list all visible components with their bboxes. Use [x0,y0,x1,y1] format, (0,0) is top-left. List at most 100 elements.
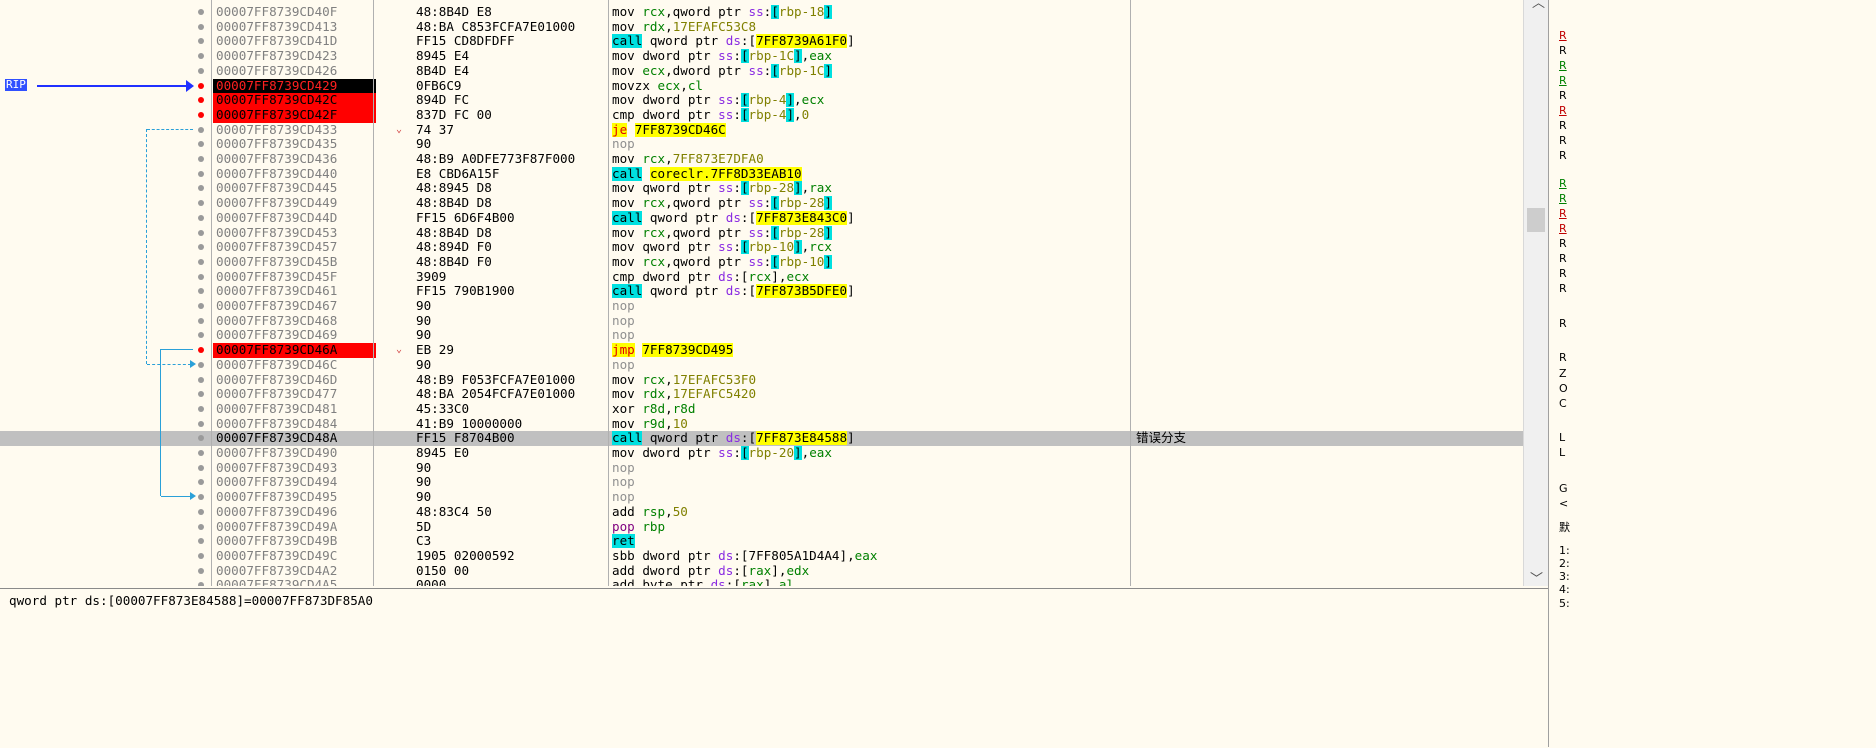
breakpoint-slot-icon[interactable] [198,141,204,148]
instruction-cell[interactable]: mov rcx,7FF873E7DFA0 [612,152,1128,167]
disasm-row[interactable]: 00007FF8739CD467 90 nop [0,299,1523,314]
address-cell[interactable]: 00007FF8739CD494 [213,475,376,490]
bytes-cell[interactable]: 45:33C0 [416,402,608,417]
address-cell[interactable]: 00007FF8739CD40F [213,5,376,20]
address-cell[interactable]: 00007FF8739CD433 [213,123,376,138]
disasm-row[interactable]: 00007FF8739CD469 90 nop [0,328,1523,343]
instruction-cell[interactable]: sbb dword ptr ds:[7FF805A1D4A4],eax [612,549,1128,564]
disasm-row[interactable]: 00007FF8739CD48A FF15 F8704B00 call qword … [0,431,1523,446]
bytes-cell[interactable]: FF15 6D6F4B00 [416,211,608,226]
disasm-row[interactable]: 00007FF8739CD453 48:8B4D D8 mov rcx,qword … [0,225,1523,241]
instruction-cell[interactable]: mov dword ptr ss:[rbp-1C],eax [612,49,1128,64]
disasm-row[interactable]: 00007FF8739CD45F 3909 cmp dword ptr ds:[rc… [0,270,1523,285]
bytes-cell[interactable]: 48:B9 F053FCFA7E01000 [416,373,608,388]
comment-cell[interactable]: 错误分支 [1136,431,1516,446]
instruction-cell[interactable]: mov rdx,17EFAFC53C8 [612,20,1128,35]
instruction-cell[interactable]: mov ecx,dword ptr ss:[rbp-1C] [612,63,1128,79]
bytes-cell[interactable]: 48:8B4D E8 [416,5,608,20]
disasm-row[interactable]: 00007FF8739CD477 48:BA 2054FCFA7E01000 mov… [0,387,1523,402]
instruction-cell[interactable]: nop [612,461,1128,476]
disasm-row[interactable]: 00007FF8739CD45B 48:8B4D F0 mov rcx,qword … [0,254,1523,270]
bytes-cell[interactable]: 1905 02000592 [416,549,608,564]
disasm-row[interactable]: 00007FF8739CD46C 90 nop [0,358,1523,373]
instruction-cell[interactable]: mov r9d,10 [612,417,1128,432]
disasm-row[interactable]: 00007FF8739CD49C 1905 02000592 sbb dword p… [0,549,1523,564]
instruction-cell[interactable]: nop [612,137,1128,152]
bytes-cell[interactable]: 48:BA C853FCFA7E01000 [416,20,608,35]
address-cell[interactable]: 00007FF8739CD46A [213,343,376,358]
disasm-row[interactable]: 00007FF8739CD445 48:8945 D8 mov qword ptr … [0,181,1523,196]
disasm-row[interactable]: 00007FF8739CD493 90 nop [0,461,1523,476]
breakpoint-slot-icon[interactable] [198,303,204,309]
breakpoint-slot-icon[interactable] [198,67,204,74]
instruction-cell[interactable]: movzx ecx,cl [612,79,1128,94]
address-cell[interactable]: 00007FF8739CD49C [213,549,376,564]
breakpoint-slot-icon[interactable] [198,405,204,412]
scroll-thumb[interactable] [1527,208,1545,232]
bytes-cell[interactable]: 48:8B4D D8 [416,226,608,241]
breakpoint-slot-icon[interactable] [198,229,204,236]
bytes-cell[interactable]: 894D FC [416,93,608,108]
instruction-cell[interactable]: mov rcx,qword ptr ss:[rbp-10] [612,254,1128,270]
disasm-row[interactable]: 00007FF8739CD4A2 0150 00 add dword ptr ds:… [0,564,1523,579]
address-cell[interactable]: 00007FF8739CD49B [213,534,376,549]
address-cell[interactable]: 00007FF8739CD423 [213,49,376,64]
instruction-cell[interactable]: add rsp,50 [612,505,1128,520]
address-cell[interactable]: 00007FF8739CD435 [213,137,376,152]
instruction-cell[interactable]: call qword ptr ds:[7FF873E84588] [612,431,1128,446]
disasm-row[interactable]: 00007FF8739CD435 90 nop [0,137,1523,152]
address-cell[interactable]: 00007FF8739CD461 [213,284,376,299]
instruction-cell[interactable]: call coreclr.7FF8D33EAB10 [612,166,1128,182]
breakpoint-icon[interactable] [198,97,204,104]
bytes-cell[interactable]: 48:83C4 50 [416,505,608,520]
address-cell[interactable]: 00007FF8739CD440 [213,167,376,182]
disasm-row[interactable]: 00007FF8739CD481 45:33C0 xor r8d,r8d [0,402,1523,417]
bytes-cell[interactable]: 90 [416,461,608,476]
instruction-cell[interactable]: nop [612,328,1128,343]
bytes-cell[interactable]: 48:894D F0 [416,240,608,255]
address-cell[interactable]: 00007FF8739CD45B [213,255,376,270]
disasm-row[interactable]: 00007FF8739CD46A ⌄ EB 29 jmp 7FF8739CD495 [0,343,1523,358]
breakpoint-slot-icon[interactable] [198,479,204,486]
instruction-cell[interactable]: nop [612,314,1128,329]
instruction-cell[interactable]: mov dword ptr ss:[rbp-20],eax [612,446,1128,461]
disasm-row[interactable]: 00007FF8739CD41D FF15 CD8DFDFF call qword … [0,34,1523,49]
bytes-cell[interactable]: 48:BA 2054FCFA7E01000 [416,387,608,402]
disasm-row[interactable]: 00007FF8739CD440 E8 CBD6A15F call coreclr.… [0,166,1523,182]
bytes-cell[interactable]: 90 [416,475,608,490]
instruction-cell[interactable]: mov qword ptr ss:[rbp-28],rax [612,181,1128,196]
address-cell[interactable]: 00007FF8739CD484 [213,417,376,432]
disasm-row[interactable]: 00007FF8739CD413 48:BA C853FCFA7E01000 mov… [0,20,1523,35]
instruction-cell[interactable]: mov rcx,qword ptr ss:[rbp-28] [612,196,1128,211]
disasm-row[interactable]: 00007FF8739CD433 ⌄ 74 37 je 7FF8739CD46C [0,122,1523,138]
instruction-cell[interactable]: mov qword ptr ss:[rbp-10],rcx [612,240,1128,255]
bytes-cell[interactable]: 90 [416,299,608,314]
breakpoint-slot-icon[interactable] [198,538,204,545]
bytes-cell[interactable]: 41:B9 10000000 [416,417,608,432]
address-cell[interactable]: 00007FF8739CD481 [213,402,376,417]
address-cell[interactable]: 00007FF8739CD41D [213,34,376,49]
breakpoint-slot-icon[interactable] [198,450,204,456]
bytes-cell[interactable]: 90 [416,137,608,152]
breakpoint-slot-icon[interactable] [198,288,204,295]
address-cell[interactable]: 00007FF8739CD496 [213,505,376,520]
address-cell[interactable]: 00007FF8739CD495 [213,490,376,505]
breakpoint-slot-icon[interactable] [198,523,204,530]
disasm-row[interactable]: 00007FF8739CD461 FF15 790B1900 call qword … [0,284,1523,299]
disasm-row[interactable]: 00007FF8739CD436 48:B9 A0DFE773F87F000 mov… [0,152,1523,167]
disasm-row[interactable]: 00007FF8739CD484 41:B9 10000000 mov r9d,10 [0,417,1523,432]
scroll-down-icon[interactable]: ﹀ [1530,568,1543,587]
disassembly-view[interactable]: 00007FF8739CD40F 48:8B4D E8 mov rcx,qword … [0,0,1523,586]
bytes-cell[interactable]: 90 [416,358,608,373]
breakpoint-slot-icon[interactable] [198,508,204,515]
bytes-cell[interactable]: 90 [416,328,608,343]
breakpoint-slot-icon[interactable] [198,494,204,501]
address-cell[interactable]: 00007FF8739CD46C [213,358,376,373]
disasm-row[interactable]: 00007FF8739CD494 90 nop [0,475,1523,490]
bytes-cell[interactable]: 0000 [416,578,608,586]
breakpoint-slot-icon[interactable] [198,582,204,586]
address-cell[interactable]: 00007FF8739CD493 [213,461,376,476]
breakpoint-icon[interactable] [198,82,204,89]
bytes-cell[interactable]: 90 [416,314,608,329]
bytes-cell[interactable]: FF15 790B1900 [416,284,608,299]
